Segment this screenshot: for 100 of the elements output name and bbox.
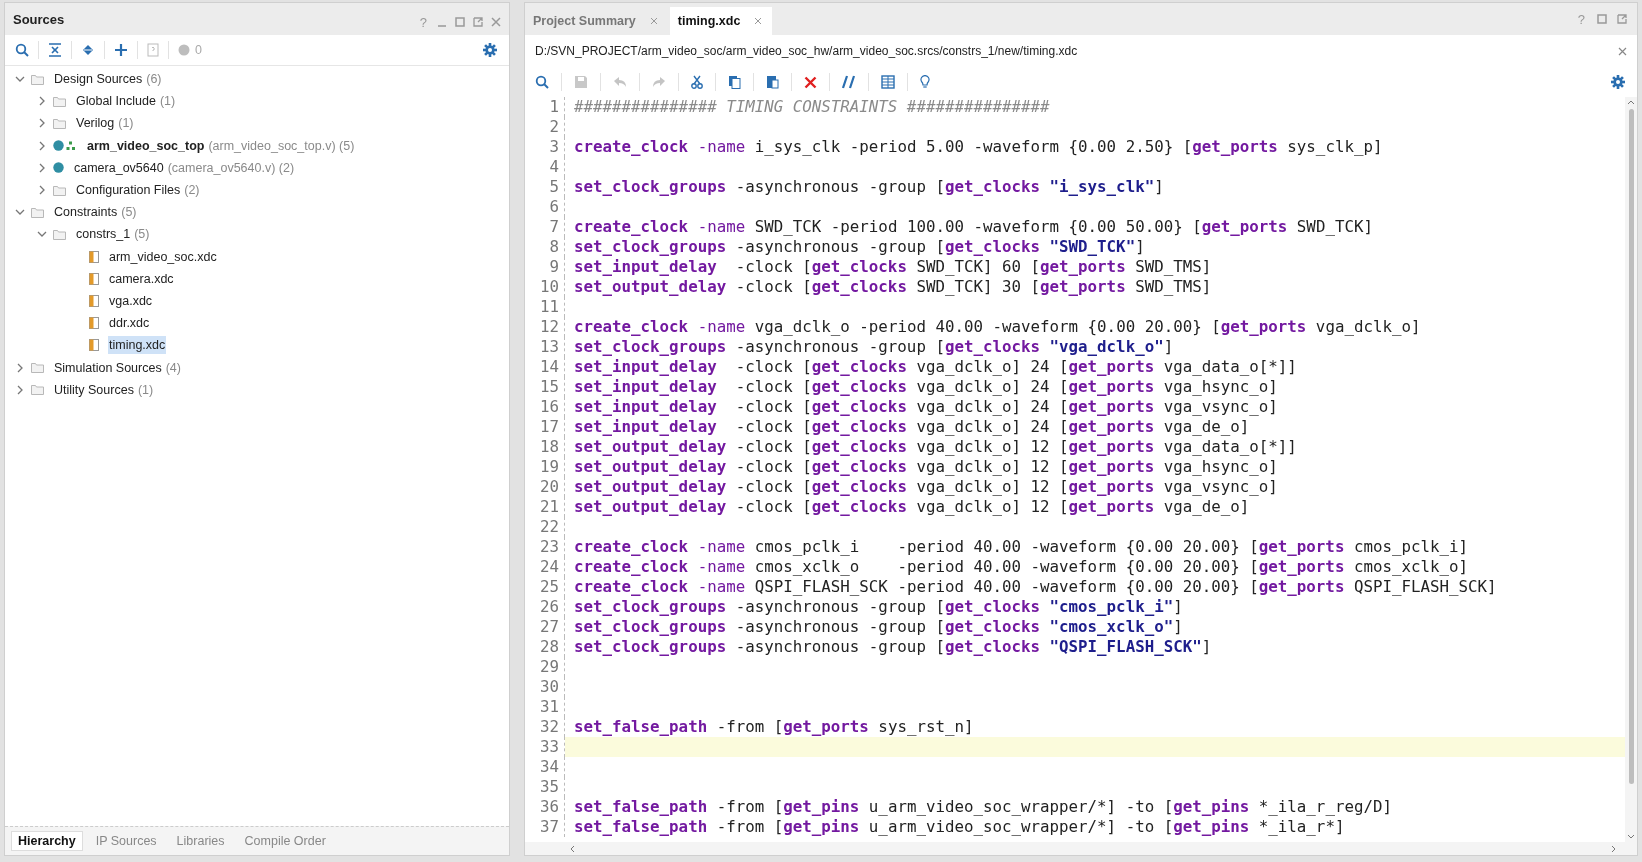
tree-item[interactable]: timing.xdc <box>108 336 167 355</box>
file-icon <box>89 294 99 307</box>
settings-icon[interactable] <box>1611 75 1625 89</box>
search-icon[interactable] <box>535 75 549 89</box>
chevron-icon[interactable] <box>37 162 47 173</box>
tree-item[interactable]: Configuration Files <box>75 181 182 200</box>
paste-icon[interactable] <box>766 75 779 89</box>
line-number: 32 <box>525 717 565 737</box>
add-icon[interactable] <box>114 43 128 57</box>
code-line: set_clock_groups -asynchronous -group [get_clocks "i_sys_clk"] <box>574 177 1164 196</box>
scroll-right-icon[interactable] <box>1611 844 1617 853</box>
code-line: set_output_delay -clock [get_clocks vga_dclk_o] 12 [get_ports vga_de_o] <box>574 497 1250 516</box>
folder-icon <box>31 206 44 218</box>
line-number: 26 <box>525 597 565 617</box>
code-line: create_clock -name cmos_xclk_o -period 40.00 -waveform {0.00 20.00} [get_ports cmos_xclk_o] <box>574 557 1469 576</box>
line-number: 11 <box>525 297 565 317</box>
close-icon[interactable] <box>491 17 501 27</box>
file-icon <box>89 272 99 285</box>
comment-icon[interactable] <box>842 75 856 89</box>
folder-icon <box>31 362 44 374</box>
collapse-all-icon[interactable] <box>48 43 62 57</box>
item-detail: (4) <box>165 360 181 375</box>
code-line: create_clock -name vga_dclk_o -period 40.00 -waveform {0.00 20.00} [get_ports vga_dclk_o] <box>574 317 1421 336</box>
chevron-icon[interactable] <box>37 185 47 196</box>
line-number: 37 <box>525 817 565 837</box>
folder-icon <box>53 117 66 129</box>
code-line: set_clock_groups -asynchronous -group [get_clocks "cmos_xclk_o"] <box>574 617 1183 636</box>
chevron-icon[interactable] <box>37 96 47 107</box>
maximize-icon[interactable] <box>455 17 465 27</box>
panel-tab[interactable]: Hierarchy <box>11 831 83 851</box>
tree-item[interactable]: Simulation Sources <box>53 358 163 377</box>
scroll-up-icon[interactable] <box>1627 99 1635 105</box>
line-number: 36 <box>525 797 565 817</box>
tree-item[interactable]: camera_ov5640 <box>73 158 165 177</box>
item-detail: (6) <box>146 72 162 87</box>
delete-icon[interactable] <box>804 75 817 89</box>
chevron-icon[interactable] <box>15 384 25 395</box>
line-number: 25 <box>525 577 565 597</box>
tree-item[interactable]: Global Include <box>75 92 157 111</box>
chevron-icon[interactable] <box>37 118 47 129</box>
line-number: 34 <box>525 757 565 777</box>
folder-icon <box>53 184 66 196</box>
tree-item[interactable]: Utility Sources <box>53 380 135 399</box>
code-line: set_output_delay -clock [get_clocks SWD_TCK] 30 [get_ports SWD_TMS] <box>574 277 1212 296</box>
code-line: create_clock -name cmos_pclk_i -period 40.00 -waveform {0.00 20.00} [get_ports cmos_pclk_i] <box>574 537 1469 556</box>
horizontal-scrollbar[interactable] <box>525 842 1637 855</box>
tree-item[interactable]: Constraints <box>53 203 119 222</box>
maximize-icon[interactable] <box>1597 14 1607 24</box>
vertical-scrollbar[interactable] <box>1625 97 1637 842</box>
tree-item[interactable]: vga.xdc <box>108 291 154 310</box>
code-line: set_clock_groups -asynchronous -group [get_clocks "vga_dclk_o"] <box>574 337 1174 356</box>
tree-item[interactable]: camera.xdc <box>108 269 175 288</box>
lightbulb-icon[interactable] <box>920 75 930 89</box>
tree-item[interactable]: Design Sources <box>53 70 144 89</box>
close-icon[interactable] <box>754 17 763 25</box>
code-line: ############### TIMING CONSTRAINTS ############### <box>574 97 1050 116</box>
code-line: set_clock_groups -asynchronous -group [get_clocks "QSPI_FLASH_SCK"] <box>574 637 1212 656</box>
file-path: D:/SVN_PROJECT/arm_video_soc/arm_video_soc_hw/arm_video_soc.srcs/constrs_1/new/timing.xdc <box>535 44 1078 58</box>
line-number: 3 <box>525 137 565 157</box>
scroll-down-icon[interactable] <box>1627 834 1635 840</box>
code-line: set_clock_groups -asynchronous -group [get_clocks "SWD_TCK"] <box>574 237 1145 256</box>
float-icon[interactable] <box>1617 14 1627 24</box>
tree-item[interactable]: constrs_1 <box>75 225 132 244</box>
code-line: create_clock -name i_sys_clk -period 5.00 -waveform {0.00 2.50} [get_ports sys_clk_p] <box>574 137 1383 156</box>
code-line: create_clock -name SWD_TCK -period 100.00 -waveform {0.00 50.00} [get_ports SWD_TCK] <box>574 217 1373 236</box>
line-number: 15 <box>525 377 565 397</box>
line-number: 28 <box>525 637 565 657</box>
close-icon[interactable] <box>649 17 658 25</box>
line-number: 17 <box>525 417 565 437</box>
editor-tab[interactable]: Project Summary <box>525 7 668 35</box>
tree-item[interactable]: arm_video_soc.xdc <box>108 247 218 266</box>
item-detail: (5) <box>121 205 137 220</box>
line-number: 18 <box>525 437 565 457</box>
search-icon[interactable] <box>15 43 29 57</box>
code-line: set_false_path -from [get_pins u_arm_video_soc_wrapper/*] -to [get_pins *_ila_r*] <box>574 817 1345 836</box>
chevron-icon[interactable] <box>15 362 25 373</box>
copy-icon[interactable] <box>728 75 741 89</box>
cut-icon[interactable] <box>691 75 703 89</box>
file-icon <box>89 339 99 352</box>
float-icon[interactable] <box>473 17 483 27</box>
item-detail: (2) <box>184 183 200 198</box>
folder-icon <box>31 384 44 396</box>
tree-item[interactable]: arm_video_soc_top <box>86 136 206 155</box>
settings-icon[interactable] <box>483 43 497 57</box>
folder-icon <box>31 73 44 85</box>
code-line: set_clock_groups -asynchronous -group [get_clocks "cmos_pclk_i"] <box>574 597 1183 616</box>
line-number: 23 <box>525 537 565 557</box>
line-number: 20 <box>525 477 565 497</box>
tree-item[interactable]: Verilog <box>75 114 116 133</box>
line-number: 4 <box>525 157 565 177</box>
expand-all-icon[interactable] <box>81 43 95 57</box>
columns-icon[interactable] <box>881 75 895 89</box>
chevron-icon[interactable] <box>37 140 47 151</box>
editor-tab[interactable]: timing.xdc <box>669 7 773 35</box>
module-dot-icon <box>53 162 64 174</box>
folder-icon <box>53 228 66 240</box>
scroll-left-icon[interactable] <box>569 844 575 853</box>
line-number: 35 <box>525 777 565 797</box>
close-icon[interactable] <box>1618 46 1627 56</box>
tree-item[interactable]: ddr.xdc <box>108 314 151 333</box>
